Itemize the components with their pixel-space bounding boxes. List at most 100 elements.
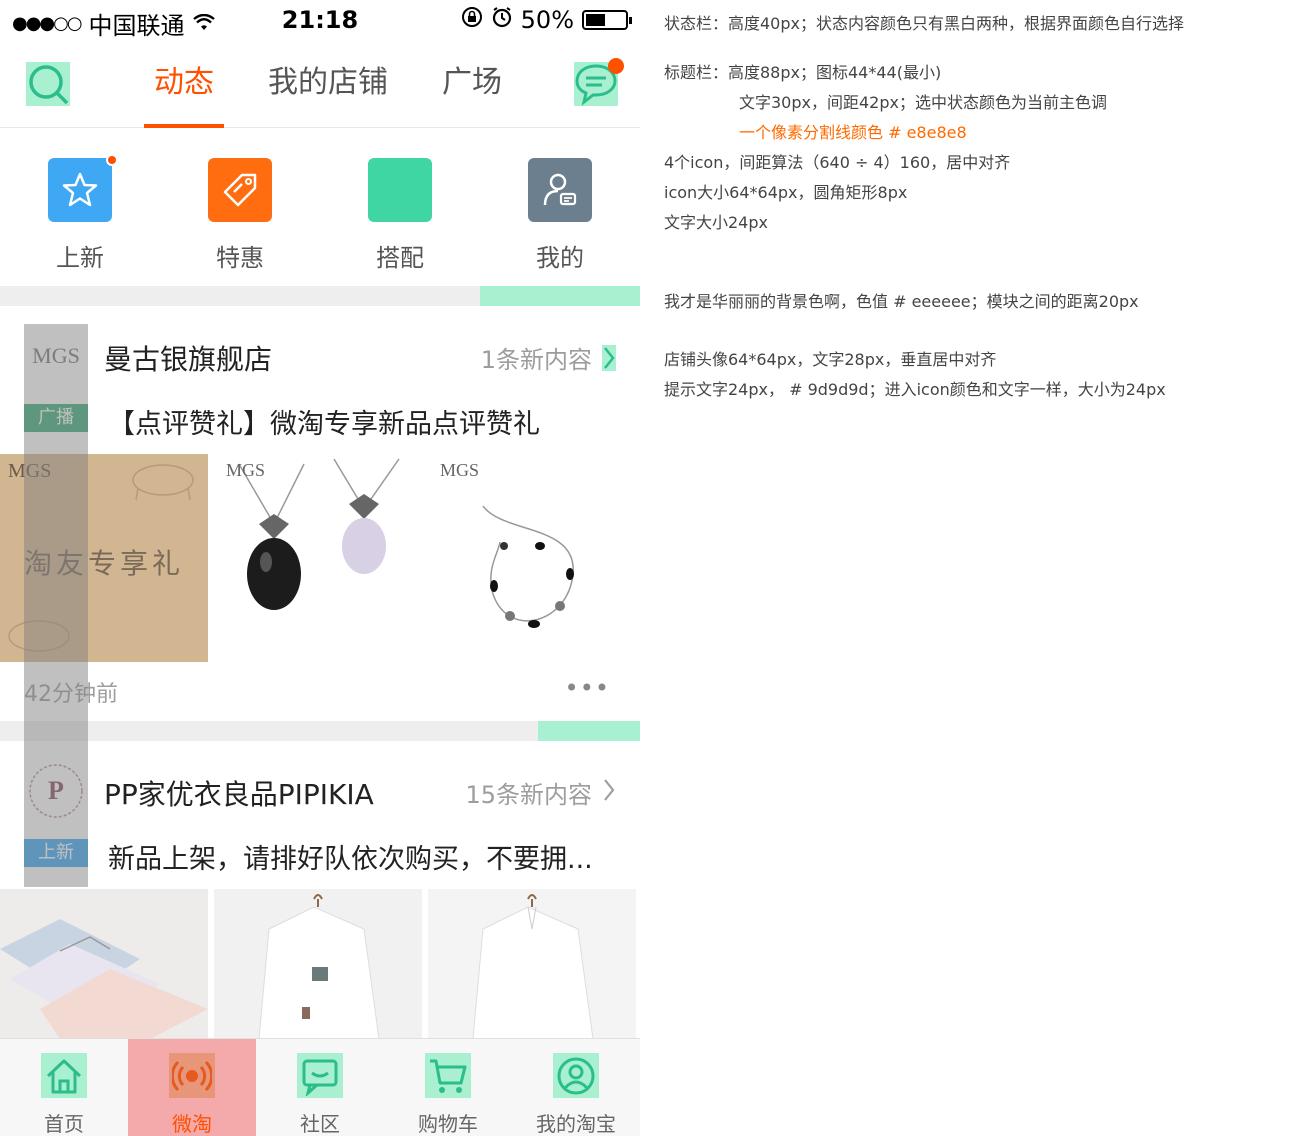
tab-my-shops[interactable]: 我的店铺: [258, 40, 398, 126]
note-status-bar: 状态栏：高度40px；状态内容颜色只有黑白两种，根据界面颜色自行选择: [664, 14, 1184, 33]
alarm-icon: [491, 6, 513, 34]
note-divider: 一个像素分割线颜色 # e8e8e8: [739, 123, 967, 142]
note-title-text: 文字30px，间距42px；选中状态颜色为当前主色调: [739, 93, 1107, 112]
new-badge: [106, 154, 118, 166]
white-shirt-image: [258, 894, 380, 1039]
post-image[interactable]: [214, 889, 422, 1039]
blank-icon: [368, 158, 432, 222]
carrier-name: 中国联通: [88, 12, 185, 40]
cart-icon: [425, 1053, 471, 1098]
post-image[interactable]: MGS 淘友专享礼: [0, 454, 208, 662]
necklace-image: [238, 458, 400, 610]
tab-label: 购物车: [418, 1112, 478, 1136]
quick-entry-new[interactable]: 上新: [0, 128, 160, 286]
post-image[interactable]: MGS: [214, 454, 422, 662]
phone-screen: ●●●○○ 中国联通 21:18 50% 动态 我的店铺 广场 上新 特惠 搭配…: [0, 0, 640, 1136]
star-icon: [48, 154, 118, 222]
avatar-logo: P: [48, 776, 64, 805]
more-options-icon[interactable]: •••: [565, 674, 610, 702]
tab-label: 微淘: [172, 1112, 212, 1136]
tab-my-taobao[interactable]: 我的淘宝: [512, 1039, 640, 1136]
tab-weitao[interactable]: 微淘: [128, 1039, 256, 1136]
note-tip-text: 提示文字24px， # 9d9d9d；进入icon颜色和文字一样，大小为24px: [664, 380, 1166, 399]
quick-entry-label: 上新: [56, 244, 104, 272]
post-title: 【点评赞礼】微淘专享新品点评赞礼: [108, 409, 540, 440]
elephant-pattern-icon: [132, 464, 194, 501]
feed-card[interactable]: P PP家优衣良品PIPIKIA 15条新内容 上新 新品上架，请排好队依次购买…: [0, 741, 640, 1039]
spacing-marker: [538, 721, 640, 741]
profile-icon: [553, 1053, 599, 1098]
battery-percent: 50%: [520, 6, 574, 34]
chat-icon: [297, 1053, 343, 1098]
shop-new-tip[interactable]: 15条新内容: [465, 775, 616, 810]
note-shop-avatar: 店铺头像64*64px，文字28px，垂直居中对齐: [664, 350, 997, 369]
tag-icon: [208, 158, 272, 222]
section-gap: [0, 721, 640, 741]
tip-text: 15条新内容: [465, 781, 592, 809]
post-image[interactable]: MGS: [428, 454, 636, 662]
folded-shirts-image: [0, 919, 208, 1039]
chevron-right-icon: [602, 777, 616, 809]
image-brand: MGS: [8, 460, 52, 482]
wifi-icon: [192, 10, 215, 38]
note-icon-size: icon大小64*64px，圆角矩形8px: [664, 183, 908, 202]
tab-label: 社区: [300, 1112, 340, 1136]
quick-entry-label: 我的: [536, 244, 584, 272]
tab-label: 首页: [44, 1112, 84, 1136]
note-icon-spacing: 4个icon，间距算法（640 ÷ 4）160，居中对齐: [664, 153, 1011, 172]
shop-new-tip[interactable]: 1条新内容: [481, 340, 616, 375]
post-images: MGS 淘友专享礼 MGS MGS: [0, 454, 640, 662]
chevron-right-icon: [602, 344, 616, 371]
post-image[interactable]: [428, 889, 636, 1039]
tab-dynamic[interactable]: 动态: [144, 40, 224, 128]
message-icon[interactable]: [574, 58, 624, 106]
tab-cart[interactable]: 购物车: [384, 1039, 512, 1136]
tab-home[interactable]: 首页: [0, 1039, 128, 1136]
search-icon[interactable]: [26, 62, 70, 106]
image-brand: MGS: [226, 460, 266, 480]
quick-entry-row: 上新 特惠 搭配 我的: [0, 128, 640, 286]
shop-name: PP家优衣良品PIPIKIA: [104, 778, 374, 811]
battery-icon: [582, 10, 632, 30]
post-line[interactable]: 广播 【点评赞礼】微淘专享新品点评赞礼: [0, 402, 640, 442]
post-title: 新品上架，请排好队依次购买，不要拥...: [108, 844, 593, 875]
home-icon: [41, 1053, 87, 1098]
user-card-icon: [528, 158, 592, 222]
shop-name: 曼古银旗舰店: [104, 343, 273, 376]
quick-entry-match[interactable]: 搭配: [320, 128, 480, 286]
status-bar: ●●●○○ 中国联通 21:18 50%: [0, 0, 640, 40]
status-left: ●●●○○ 中国联通: [12, 6, 215, 41]
tab-community[interactable]: 社区: [256, 1039, 384, 1136]
post-image[interactable]: [0, 889, 208, 1039]
image-caption: 淘友专享礼: [24, 547, 185, 580]
shop-header[interactable]: P PP家优衣良品PIPIKIA 15条新内容: [0, 741, 640, 821]
tab-square[interactable]: 广场: [432, 40, 512, 126]
rotation-lock-icon: [461, 6, 483, 34]
shop-avatar: MGS: [24, 324, 88, 388]
quick-entry-label: 特惠: [216, 244, 264, 272]
status-right: 50%: [461, 6, 632, 34]
feed-card[interactable]: MGS 曼古银旗舰店 1条新内容 广播 【点评赞礼】微淘专享新品点评赞礼 MGS…: [0, 306, 640, 721]
bracelet-image: [482, 505, 574, 628]
post-footer: 42分钟前 •••: [0, 662, 640, 722]
title-bar: 动态 我的店铺 广场: [0, 40, 640, 128]
post-images: [0, 889, 640, 1039]
note-text-size: 文字大小24px: [664, 213, 768, 232]
shop-header[interactable]: MGS 曼古银旗舰店 1条新内容: [0, 306, 640, 386]
battery-fill: [586, 14, 605, 26]
image-brand: MGS: [440, 460, 480, 480]
avatar-logo: MGS: [32, 343, 80, 368]
post-line[interactable]: 上新 新品上架，请排好队依次购买，不要拥...: [0, 837, 640, 877]
message-badge: [608, 58, 624, 74]
post-time: 42分钟前: [24, 682, 118, 707]
quick-entry-mine[interactable]: 我的: [480, 128, 640, 286]
quick-entry-deals[interactable]: 特惠: [160, 128, 320, 286]
quick-entry-label: 搭配: [376, 244, 424, 272]
tip-text: 1条新内容: [480, 346, 592, 374]
top-tabs: 动态 我的店铺 广场: [144, 40, 512, 128]
signal-strength: ●●●○○: [12, 13, 83, 34]
note-title-bar: 标题栏：高度88px；图标44*44(最小): [664, 63, 942, 82]
spacing-marker: [480, 286, 640, 306]
broadcast-icon: [169, 1053, 215, 1098]
broadcast-tag: 广播: [24, 404, 88, 432]
